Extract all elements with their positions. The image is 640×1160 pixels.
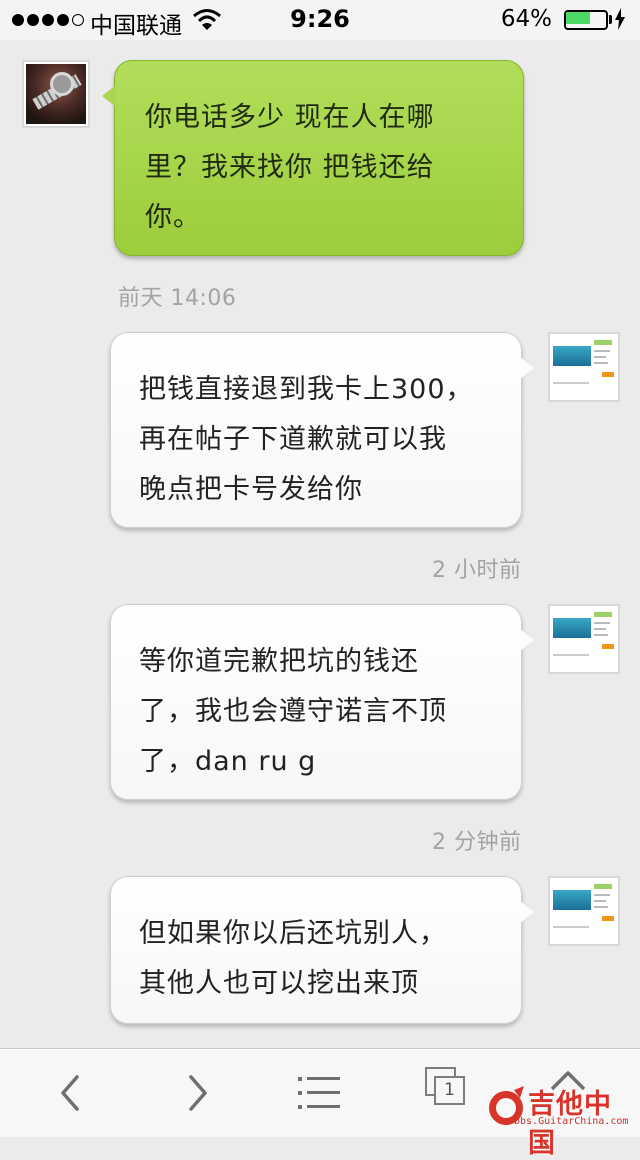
my-avatar[interactable] [548, 604, 620, 674]
message-line: 再在帖子下道歉就可以我 [139, 424, 447, 455]
watermark-url: bbs.GuitarChina.com [514, 1116, 629, 1127]
message-bubble[interactable]: 你电话多少 现在人在哪 里？我来找你 把钱还给 你。 [102, 60, 524, 256]
message-line: 了，我也会遵守诺言不顶 [139, 696, 447, 727]
tab-count-button[interactable]: 1 [434, 1076, 465, 1105]
message-line: 你。 [145, 202, 201, 233]
message-timestamp: 2 小时前 [432, 558, 522, 583]
message-timestamp: 前天 14:06 [118, 286, 237, 311]
my-avatar[interactable] [548, 876, 620, 946]
bubble-tail [520, 901, 534, 923]
battery-percent: 64% [500, 6, 552, 32]
charging-bolt-icon [615, 8, 625, 30]
bubble-tail [520, 629, 534, 651]
message-bubble[interactable]: 把钱直接退到我卡上300， 再在帖子下道歉就可以我 晚点把卡号发给你 [110, 332, 534, 528]
bubble-tail [102, 85, 116, 107]
message-line: 你电话多少 现在人在哪 [145, 102, 435, 133]
sender-avatar[interactable] [22, 60, 90, 128]
message-line: 但如果你以后还坑别人， [139, 918, 447, 949]
message-line: 把钱直接退到我卡上300， [139, 374, 474, 405]
status-bar: 中国联通 9:26 64% [0, 0, 640, 40]
message-timestamp: 2 分钟前 [432, 830, 522, 855]
bubble-tail [520, 357, 534, 379]
message-bubble[interactable]: 但如果你以后还坑别人， 其他人也可以挖出来顶 [110, 876, 534, 1024]
message-bubble[interactable]: 等你道完歉把坑的钱还 了，我也会遵守诺言不顶 了，dan ru g [110, 604, 534, 800]
message-line: 等你道完歉把坑的钱还 [139, 646, 419, 677]
message-line: 里？我来找你 把钱还给 [145, 152, 435, 183]
bookmarks-icon[interactable] [278, 1049, 358, 1137]
back-icon[interactable] [30, 1049, 110, 1137]
my-avatar[interactable] [548, 332, 620, 402]
forward-icon[interactable] [158, 1049, 238, 1137]
message-line: 了，dan ru g [139, 746, 317, 777]
battery-level [566, 12, 590, 24]
message-line: 晚点把卡号发给你 [139, 474, 363, 505]
battery-tip [609, 15, 612, 24]
conversation[interactable]: 你电话多少 现在人在哪 里？我来找你 把钱还给 你。 前天 14:06 把钱直接… [0, 40, 640, 1048]
message-line: 其他人也可以挖出来顶 [139, 968, 419, 999]
site-watermark: 吉他中国 bbs.GuitarChina.com [484, 1080, 634, 1159]
